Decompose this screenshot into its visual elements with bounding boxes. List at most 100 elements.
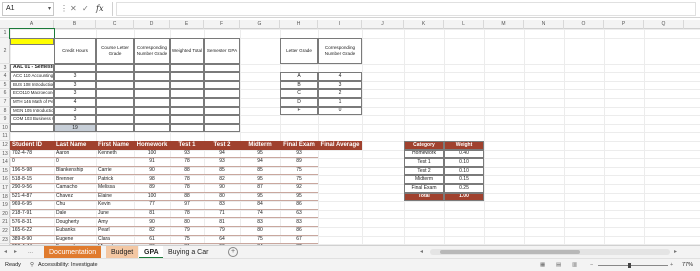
chevron-down-icon[interactable]: ▾ — [48, 3, 51, 15]
course-table-header[interactable]: Credit Hours — [54, 37, 96, 64]
score-cell[interactable]: 95 — [240, 150, 280, 159]
row-header[interactable]: 10 — [0, 124, 10, 133]
normal-view-icon[interactable]: ▦ — [540, 259, 545, 271]
column-header[interactable]: J — [362, 20, 404, 29]
credit-hours[interactable]: 3 — [54, 80, 96, 90]
credit-hours[interactable]: 3 — [54, 115, 96, 124]
row-header[interactable]: 18 — [0, 193, 10, 202]
course-cell[interactable] — [134, 115, 170, 124]
column-header[interactable]: H — [280, 20, 318, 29]
student-table-header[interactable]: Midterm — [240, 141, 280, 150]
column-header[interactable]: A — [10, 20, 54, 29]
score-cell[interactable]: 83 — [204, 201, 240, 210]
credit-hours[interactable]: 3 — [54, 89, 96, 98]
cancel-icon[interactable]: ✕ — [70, 3, 77, 15]
first-name[interactable]: Melissa — [96, 184, 134, 193]
zoom-slider-thumb[interactable] — [628, 263, 631, 268]
row-header[interactable]: 12 — [0, 141, 10, 150]
course-cell[interactable] — [204, 98, 240, 107]
course-name[interactable]: ACC 110 Accounting Concepts I — [10, 72, 54, 81]
student-id[interactable]: 521-4-87 — [10, 193, 54, 202]
course-name[interactable]: BUS 108 Introduction to Canadian Busines… — [10, 80, 54, 90]
score-cell[interactable]: 93 — [280, 150, 318, 159]
last-name[interactable]: 0 — [54, 158, 96, 167]
course-name[interactable]: MTH 146 Math of Personal Finance — [10, 98, 54, 107]
column-header[interactable]: F — [204, 20, 240, 29]
last-name[interactable]: Brenner — [54, 175, 96, 184]
row-header[interactable]: 17 — [0, 184, 10, 193]
column-header[interactable]: G — [240, 20, 280, 29]
course-cell[interactable] — [204, 80, 240, 90]
course-cell[interactable] — [96, 106, 134, 116]
add-sheet-button[interactable]: + — [228, 247, 238, 257]
column-header[interactable]: K — [404, 20, 444, 29]
course-cell[interactable] — [204, 63, 240, 73]
score-cell[interactable]: 78 — [170, 184, 204, 193]
student-table-header[interactable]: First Name — [96, 141, 134, 150]
score-cell[interactable]: 92 — [280, 184, 318, 193]
worksheet-grid[interactable]: ABCDEFGHIJKLMNOPQ 1 2 3 4 5 6 7 8 9 10 11 12 13 14 15 1… — [0, 20, 700, 245]
score-cell[interactable]: 90 — [134, 167, 170, 176]
score-cell[interactable]: 93 — [204, 158, 240, 167]
course-cell[interactable] — [170, 106, 204, 116]
row-header[interactable]: 19 — [0, 201, 10, 210]
score-cell[interactable]: 88 — [170, 193, 204, 202]
cell-area[interactable]: Credit Hours Course Letter Grade Correspon… — [9, 28, 700, 245]
course-cell[interactable] — [96, 72, 134, 81]
score-cell[interactable]: 88 — [170, 167, 204, 176]
score-cell[interactable]: 93 — [170, 150, 204, 159]
page-layout-icon[interactable]: ▤ — [556, 259, 561, 271]
score-cell[interactable]: 75 — [170, 236, 204, 245]
last-name[interactable]: Aaron — [54, 150, 96, 159]
last-name[interactable]: Eugene — [54, 236, 96, 245]
column-header[interactable]: L — [444, 20, 484, 29]
course-table-header[interactable]: Weighted Total — [170, 37, 204, 64]
weight-value[interactable]: 0.10 — [444, 158, 484, 167]
score-cell[interactable]: 86 — [280, 201, 318, 210]
student-table-header[interactable]: Final Average — [318, 141, 362, 150]
column-header[interactable]: D — [134, 20, 170, 29]
weights-total-label[interactable]: Total — [404, 192, 444, 202]
row-header[interactable]: 4 — [0, 72, 10, 81]
student-id[interactable]: 389-8-90 — [10, 236, 54, 245]
number-grade[interactable]: 4 — [318, 72, 362, 81]
course-cell[interactable] — [134, 98, 170, 107]
accessibility-status[interactable]: Accessibility: Investigate — [38, 259, 98, 271]
score-cell[interactable]: 80 — [240, 227, 280, 236]
course-cell[interactable] — [96, 98, 134, 107]
total-credits[interactable]: 19 — [54, 123, 96, 133]
row-header[interactable]: 20 — [0, 210, 10, 219]
first-name[interactable]: Kevin — [96, 201, 134, 210]
course-cell[interactable] — [204, 106, 240, 116]
score-cell[interactable]: 81 — [134, 210, 170, 219]
score-cell[interactable]: 89 — [280, 158, 318, 167]
last-name[interactable]: Dale — [54, 210, 96, 219]
score-cell[interactable]: 64 — [204, 236, 240, 245]
row-header[interactable]: 9 — [0, 115, 10, 124]
column-header[interactable]: M — [484, 20, 524, 29]
score-cell[interactable]: 94 — [204, 150, 240, 159]
student-id[interactable]: 196-5-98 — [10, 167, 54, 176]
weight-value[interactable]: 0.40 — [444, 149, 484, 159]
credit-hours[interactable]: 3 — [54, 72, 96, 81]
insert-function-icon[interactable]: fx — [96, 3, 103, 15]
student-id[interactable]: 702-4-78 — [10, 150, 54, 159]
course-cell[interactable] — [204, 115, 240, 124]
course-table-header[interactable]: Course Letter Grade — [96, 37, 134, 64]
score-cell[interactable]: 79 — [170, 227, 204, 236]
letter-grade[interactable]: D — [280, 98, 318, 107]
first-name[interactable]: Kenneth — [96, 150, 134, 159]
row-header[interactable]: 1 — [0, 29, 10, 38]
student-id[interactable]: 290-9-56 — [10, 184, 54, 193]
weight-value[interactable]: 0.10 — [444, 166, 484, 176]
course-cell[interactable] — [96, 80, 134, 90]
row-header[interactable]: 7 — [0, 98, 10, 107]
letter-grade[interactable]: C — [280, 89, 318, 98]
more-tabs-button[interactable]: ... — [28, 247, 33, 257]
score-cell[interactable]: 83 — [280, 218, 318, 227]
score-cell[interactable]: 85 — [240, 167, 280, 176]
course-cell[interactable] — [170, 89, 204, 98]
course-cell[interactable] — [170, 63, 204, 73]
score-cell[interactable]: 100 — [134, 150, 170, 159]
formula-input[interactable] — [116, 2, 696, 16]
